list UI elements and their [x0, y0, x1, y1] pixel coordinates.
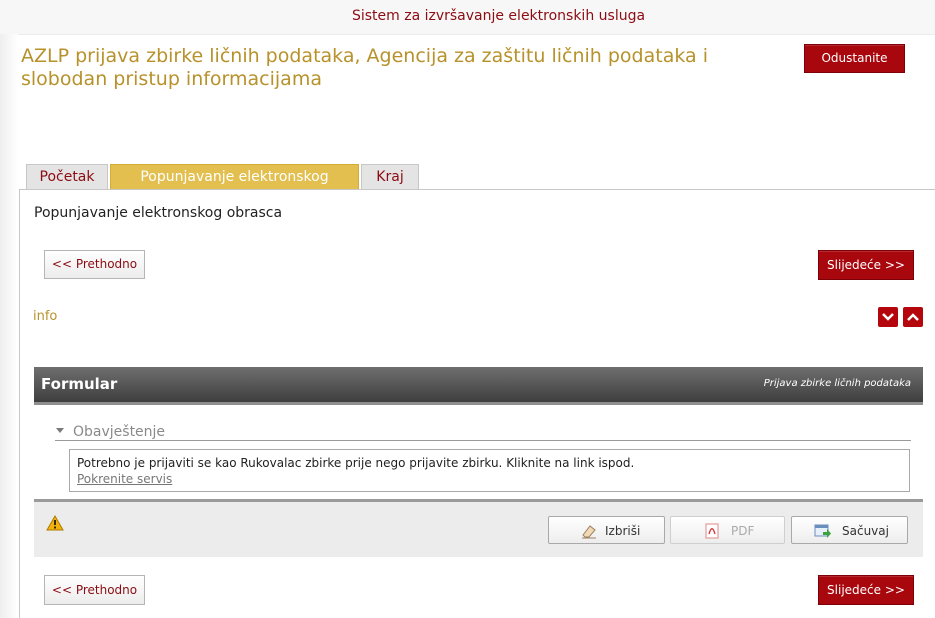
- group-label: Obavještenje: [73, 424, 166, 440]
- next-button-bottom[interactable]: Slijedeće >>: [818, 575, 914, 605]
- delete-label: Izbriši: [605, 524, 641, 538]
- tab-kraj[interactable]: Kraj: [361, 164, 419, 190]
- page-title: AZLP prijava zbirke ličnih podataka, Age…: [21, 45, 708, 90]
- form-header-bar: Formular Prijava zbirke ličnih podataka: [34, 367, 923, 405]
- left-shadow: [0, 34, 18, 618]
- info-label: info: [33, 309, 58, 324]
- tab-popunjavanje[interactable]: Popunjavanje elektronskog obrasca: [110, 164, 359, 210]
- chevron-down-icon[interactable]: [878, 307, 898, 327]
- eraser-icon: [582, 525, 596, 539]
- next-button-top[interactable]: Slijedeće >>: [818, 250, 914, 280]
- start-service-link[interactable]: Pokrenite servis: [77, 472, 172, 486]
- tab-pocetak[interactable]: Početak: [26, 164, 108, 190]
- prev-button-bottom[interactable]: << Prethodno: [44, 575, 145, 605]
- delete-button[interactable]: Izbriši: [548, 516, 665, 544]
- section-heading: Popunjavanje elektronskog obrasca: [34, 205, 283, 221]
- pdf-label: PDF: [731, 524, 755, 538]
- collapse-triangle-icon[interactable]: [55, 426, 65, 434]
- notice-text: Potrebno je prijaviti se kao Rukovalac z…: [77, 456, 635, 470]
- pdf-button[interactable]: PDF: [670, 516, 785, 544]
- cancel-button[interactable]: Odustanite: [804, 44, 905, 73]
- save-icon: [814, 524, 831, 538]
- pdf-icon: [705, 523, 719, 539]
- notice-box: Potrebno je prijaviti se kao Rukovalac z…: [69, 449, 910, 492]
- form-subtitle: Prijava zbirke ličnih podataka: [763, 378, 911, 389]
- save-button[interactable]: Sačuvaj: [791, 516, 908, 544]
- group-divider: [55, 440, 911, 441]
- form-footer-bar: [34, 499, 923, 557]
- top-bar: Sistem za izvršavanje elektronskih uslug…: [0, 0, 935, 35]
- prev-button-top[interactable]: << Prethodno: [44, 250, 145, 279]
- warning-icon: [46, 515, 64, 531]
- form-title: Formular: [41, 375, 118, 393]
- save-label: Sačuvaj: [842, 524, 889, 538]
- chevron-up-icon[interactable]: [903, 307, 923, 327]
- system-title: Sistem za izvršavanje elektronskih uslug…: [351, 8, 646, 24]
